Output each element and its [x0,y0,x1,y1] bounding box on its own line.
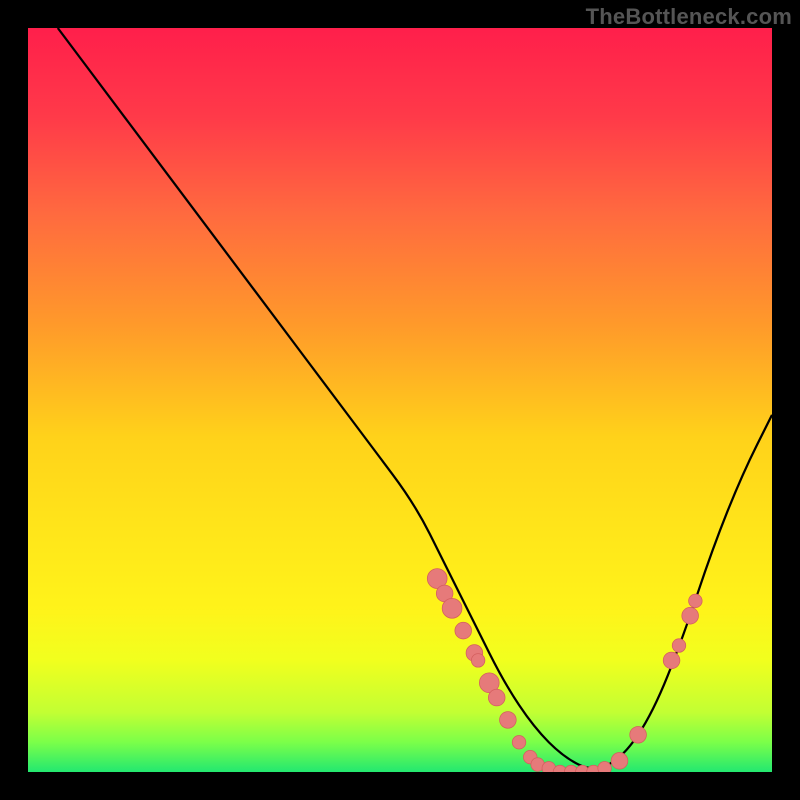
marker-dot [500,712,517,729]
marker-dot [488,689,505,706]
plot-area [28,28,772,772]
marker-dot [611,753,628,770]
marker-dot [663,652,680,669]
gradient-bg [28,28,772,772]
marker-dot [672,639,686,653]
marker-dot [598,762,612,772]
marker-dot [512,735,526,749]
chart-svg [28,28,772,772]
marker-dot [455,622,472,639]
page-frame: TheBottleneck.com [0,0,800,800]
marker-dot [442,598,462,618]
marker-dot [689,594,703,608]
marker-dot [471,654,485,668]
watermark: TheBottleneck.com [586,4,792,30]
marker-dot [630,726,647,743]
marker-dot [682,607,699,624]
